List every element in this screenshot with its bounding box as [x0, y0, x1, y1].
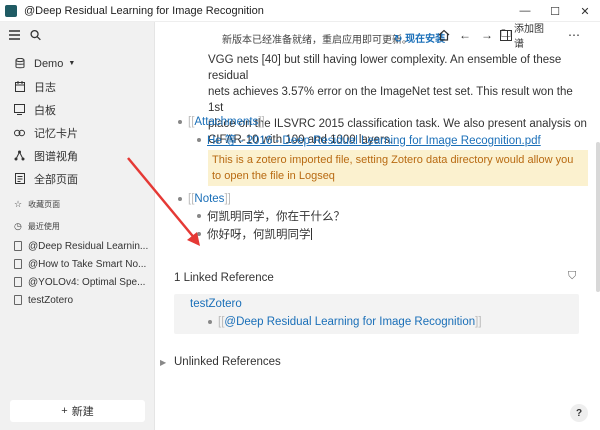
sidebar-item-whiteboards[interactable]: 白板	[0, 98, 154, 121]
forward-arrow-icon[interactable]: →	[481, 27, 493, 43]
bullet-dot	[208, 320, 212, 324]
app-logo-icon	[5, 4, 17, 17]
bracket-close: ]]	[224, 193, 231, 205]
favorites-section[interactable]: ☆ 收藏页面	[0, 193, 154, 215]
abstract-line: VGG nets [40] but still having lower com…	[208, 54, 562, 82]
attachments-link[interactable]: Attachments	[194, 116, 258, 128]
chevron-down-icon: ▼	[68, 60, 76, 67]
unlinked-references-title[interactable]: Unlinked References	[174, 356, 281, 368]
attachment-item[interactable]: He 等 - 2016 - Deep Residual Learning for…	[197, 132, 541, 148]
sidebar-item-label: 全部页面	[34, 173, 78, 186]
sidebar-item-graph-view[interactable]: 图谱视角	[0, 144, 154, 167]
abstract-line: place on the ILSVRC 2015 classification …	[208, 118, 587, 130]
pages-icon	[14, 173, 25, 184]
warning-line: This is a zotero imported file, setting …	[212, 154, 574, 166]
filter-icon[interactable]: ⛉	[568, 270, 576, 283]
bracket-close: ]]	[258, 116, 265, 128]
graph-selector[interactable]: Demo ▼	[0, 52, 154, 75]
page-icon	[14, 277, 22, 287]
sidebar-item-label: 日志	[34, 81, 56, 94]
graph-icon	[14, 150, 25, 161]
abstract-line: nets achieves 3.57% error on the ImageNe…	[208, 86, 573, 114]
title-bar: @Deep Residual Learning for Image Recogn…	[0, 0, 600, 22]
caret-right-icon[interactable]: ▶	[160, 358, 166, 367]
close-button[interactable]: ✕	[570, 0, 600, 22]
bullet-dot	[197, 138, 201, 142]
folder-icon: 🗀	[501, 28, 511, 40]
history-icon: ◷	[14, 220, 22, 231]
plus-icon: +	[61, 405, 68, 417]
new-button-label: 新建	[71, 406, 94, 418]
sidebar-item-label: 图谱视角	[34, 150, 78, 163]
scrollbar[interactable]	[596, 142, 600, 292]
text-cursor	[310, 228, 312, 240]
favorites-label: 收藏页面	[28, 199, 61, 209]
bullet-dot	[178, 197, 182, 201]
recent-label: 最近使用	[27, 221, 60, 231]
maximize-button[interactable]: ☐	[540, 0, 570, 22]
recent-item[interactable]: @Deep Residual Learnin...	[0, 237, 154, 255]
window-title: @Deep Residual Learning for Image Recogn…	[24, 4, 264, 17]
notes-block[interactable]: [[ Notes ]]	[178, 191, 231, 207]
journal-icon	[14, 81, 25, 92]
linked-reference-box: testZotero [[ @Deep Residual Learning fo…	[174, 294, 579, 334]
add-graph-label: 添加图谱	[514, 24, 544, 50]
bracket-close: ]]	[475, 316, 482, 328]
bullet-dot	[178, 120, 182, 124]
page-icon	[14, 241, 22, 251]
sidebar-item-flashcards[interactable]: 记忆卡片	[0, 121, 154, 144]
bullet-dot	[197, 232, 201, 236]
recent-item-label: @Deep Residual Learnin...	[28, 240, 149, 252]
home-icon[interactable]	[438, 27, 450, 43]
reference-link[interactable]: @Deep Residual Learning for Image Recogn…	[224, 316, 475, 328]
page-icon	[14, 295, 22, 305]
warning-line: to open the file in Logseq	[212, 170, 335, 182]
sidebar-item-label: 白板	[34, 104, 56, 117]
pdf-attachment-link[interactable]: He 等 - 2016 - Deep Residual Learning for…	[207, 132, 541, 148]
zotero-warning: This is a zotero imported file, setting …	[208, 150, 588, 186]
refresh-icon: ↻	[394, 34, 403, 45]
recent-item-label: @YOLOv4: Optimal Spe...	[28, 276, 146, 288]
database-icon	[14, 58, 25, 69]
page-icon	[14, 259, 22, 269]
top-toolbar: 新版本已经准备就绪，重启应用即可更新。 ↻ 现在安装 ← → 🗀 添加图谱 ⋯	[156, 22, 600, 50]
update-notice: 新版本已经准备就绪，重启应用即可更新。	[222, 35, 412, 46]
note-item[interactable]: 你好呀，何凯明同学	[197, 226, 312, 242]
linked-references-title[interactable]: 1 Linked Reference	[174, 272, 274, 284]
new-page-button[interactable]: + 新建	[10, 400, 145, 422]
note-text: 何凯明同学，你在干什么？	[207, 211, 345, 223]
star-icon: ☆	[14, 198, 23, 209]
notes-link[interactable]: Notes	[194, 193, 224, 205]
window-controls: — ☐ ✕	[510, 0, 600, 22]
recent-item-label: @How to Take Smart No...	[28, 258, 147, 270]
bullet-dot	[197, 214, 201, 218]
recent-item-label: testZotero	[28, 294, 74, 306]
left-sidebar: Demo ▼ 日志 白板 记忆卡片 图谱视角 全部页面 ☆ 收藏页面 ◷ 最近使…	[0, 22, 155, 430]
sidebar-item-all-pages[interactable]: 全部页面	[0, 167, 154, 190]
search-icon[interactable]	[30, 29, 41, 41]
help-button[interactable]: ?	[570, 404, 588, 422]
note-text[interactable]: 你好呀，何凯明同学	[207, 226, 311, 242]
add-graph-button[interactable]: 🗀 添加图谱	[501, 24, 553, 50]
graph-name: Demo	[34, 57, 64, 70]
attachments-block[interactable]: [[ Attachments ]]	[178, 114, 265, 130]
main-content: 新版本已经准备就绪，重启应用即可更新。 ↻ 现在安装 ← → 🗀 添加图谱 ⋯ …	[156, 22, 600, 430]
source-page-link[interactable]: testZotero	[190, 298, 242, 310]
whiteboard-icon	[14, 104, 25, 115]
sidebar-item-journals[interactable]: 日志	[0, 75, 154, 98]
recent-item[interactable]: @YOLOv4: Optimal Spe...	[0, 273, 154, 291]
sidebar-top	[0, 22, 154, 48]
flashcards-icon	[14, 127, 25, 138]
menu-icon[interactable]	[9, 30, 20, 41]
note-item[interactable]: 何凯明同学，你在干什么？	[197, 208, 345, 224]
recent-section[interactable]: ◷ 最近使用	[0, 215, 154, 237]
recent-item[interactable]: testZotero	[0, 291, 154, 309]
minimize-button[interactable]: —	[510, 0, 540, 22]
reference-item[interactable]: [[ @Deep Residual Learning for Image Rec…	[208, 314, 482, 330]
back-arrow-icon[interactable]: ←	[459, 27, 471, 43]
more-options-icon[interactable]: ⋯	[568, 27, 580, 43]
recent-item[interactable]: @How to Take Smart No...	[0, 255, 154, 273]
sidebar-item-label: 记忆卡片	[34, 127, 78, 140]
